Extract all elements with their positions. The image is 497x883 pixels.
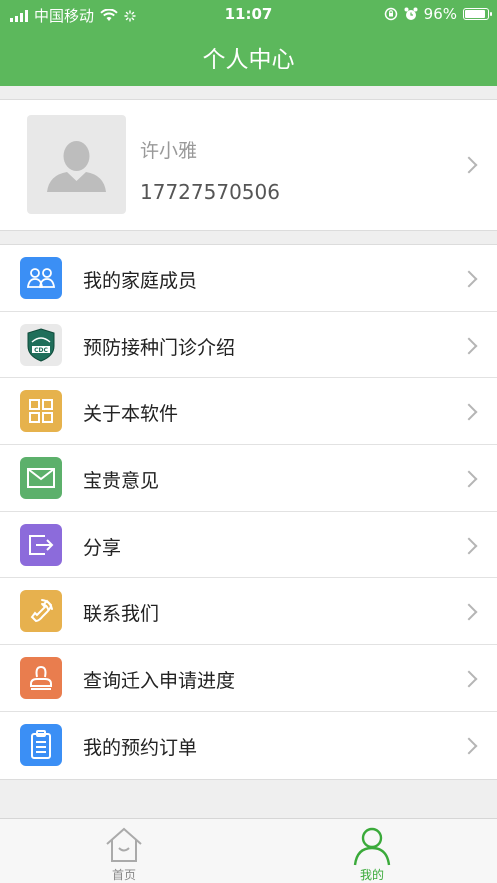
alarm-icon — [404, 7, 418, 20]
page-title: 个人中心 — [202, 47, 295, 73]
svg-text:CDC: CDC — [34, 347, 48, 354]
battery-percent: 96% — [423, 5, 457, 23]
profile-name: 许小雅 — [140, 140, 198, 162]
chevron-right-icon — [460, 470, 478, 488]
tab-label: 首页 — [111, 868, 136, 882]
menu-list: 我的家庭成员 CDC 预防接种门诊介绍 关于本软件 宝贵意见 分享 联系我们 查… — [0, 244, 497, 780]
menu-item-label: 预防接种门诊介绍 — [83, 336, 236, 359]
menu-item-label: 我的预约订单 — [83, 736, 198, 759]
menu-item-clinic-intro[interactable]: CDC 预防接种门诊介绍 — [0, 312, 497, 379]
clipboard-icon — [20, 723, 62, 766]
chevron-right-icon — [460, 337, 478, 355]
tab-mine[interactable]: 我的 — [248, 819, 496, 883]
profile-phone: 17727570506 — [140, 180, 280, 204]
menu-item-label: 分享 — [83, 536, 122, 559]
chevron-right-icon — [460, 537, 478, 555]
tab-label: 我的 — [359, 868, 384, 882]
share-icon — [20, 523, 62, 566]
chevron-right-icon — [460, 403, 478, 421]
menu-item-label: 联系我们 — [83, 603, 160, 626]
phone-icon — [20, 590, 62, 633]
family-icon — [20, 257, 62, 299]
user-icon — [353, 827, 391, 866]
grid-icon — [20, 390, 62, 433]
menu-item-label: 关于本软件 — [83, 403, 179, 426]
mail-icon — [20, 457, 62, 500]
battery-icon — [463, 8, 492, 20]
chevron-right-icon — [460, 737, 478, 755]
stamp-icon — [20, 657, 62, 700]
menu-item-family-members[interactable]: 我的家庭成员 — [0, 245, 497, 312]
cdc-logo-icon: CDC — [20, 323, 62, 366]
rotation-lock-icon — [384, 7, 397, 21]
menu-item-label: 我的家庭成员 — [83, 270, 198, 292]
menu-item-label: 宝贵意见 — [83, 470, 160, 493]
menu-item-label: 查询迁入申请进度 — [83, 670, 236, 693]
tab-home[interactable]: 首页 — [0, 819, 248, 883]
status-bar: 中国移动 11:07 96% — [0, 0, 497, 28]
menu-item-share[interactable]: 分享 — [0, 512, 497, 579]
menu-item-appointment-orders[interactable]: 我的预约订单 — [0, 712, 497, 779]
home-icon — [106, 827, 142, 862]
menu-item-migration-progress[interactable]: 查询迁入申请进度 — [0, 645, 497, 712]
menu-item-contact[interactable]: 联系我们 — [0, 578, 497, 646]
chevron-right-icon — [460, 270, 478, 288]
menu-item-feedback[interactable]: 宝贵意见 — [0, 445, 497, 512]
profile-card[interactable]: 许小雅 17727570506 — [0, 99, 497, 231]
chevron-right-icon — [460, 603, 478, 621]
chevron-right-icon — [460, 156, 478, 174]
tab-bar: 首页 我的 — [0, 818, 497, 883]
avatar — [27, 115, 126, 214]
chevron-right-icon — [460, 670, 478, 688]
header-bar: 中国移动 11:07 96% 个人中心 — [0, 0, 497, 86]
menu-item-about[interactable]: 关于本软件 — [0, 378, 497, 446]
user-placeholder-icon — [47, 141, 106, 192]
